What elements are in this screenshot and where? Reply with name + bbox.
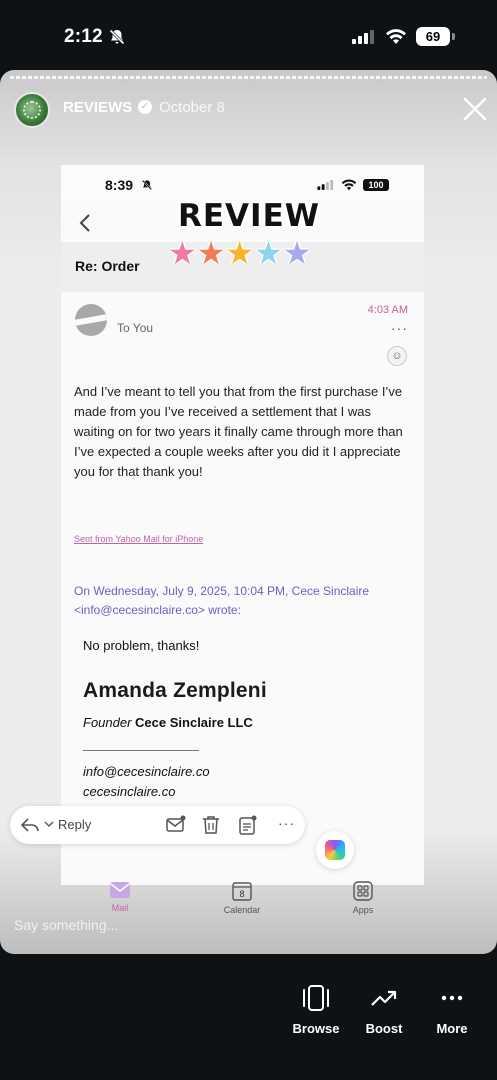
story-actions-bar: Browse Boost More — [0, 960, 497, 1080]
battery-tip — [452, 33, 455, 40]
tab-apps: Apps — [328, 881, 398, 915]
signature-title: Founder — [83, 715, 132, 730]
copilot-button — [316, 831, 354, 869]
star-icon: ★ — [168, 235, 197, 271]
more-dots-icon: ··· — [391, 320, 408, 336]
story-date: October 8 — [159, 99, 225, 116]
star-icon: ★ — [196, 235, 226, 271]
battery-level: 69 — [416, 27, 450, 46]
message-body: And I’ve meant to tell you that from the… — [74, 384, 403, 479]
more-label: More — [436, 1021, 468, 1036]
browse-button[interactable]: Browse — [286, 985, 346, 1036]
sent-from-link: Sent from Yahoo Mail for iPhone — [74, 534, 204, 544]
svg-text:8: 8 — [239, 889, 244, 899]
email-subject: Re: Order — [75, 258, 140, 274]
story-username[interactable]: REVIEWS — [63, 99, 132, 116]
story-card[interactable]: REVIEWS ✓ October 8 8:39 100 Re: Order R… — [0, 70, 497, 954]
tab-mail-label: Mail — [111, 903, 129, 913]
calendar-icon: 8 — [232, 882, 252, 901]
inner-tab-bar: Mail 8 Calendar Apps — [61, 875, 424, 920]
smiley-icon: ☺ — [387, 346, 407, 366]
tab-mail: Mail — [85, 881, 155, 913]
chevron-down-icon — [44, 821, 54, 827]
bell-muted-icon — [109, 29, 125, 45]
email-screenshot: 8:39 100 Re: Order REVIEW ★ ★ ★ ★ ★ To Y… — [61, 165, 424, 885]
back-chevron-icon — [79, 214, 90, 232]
close-icon[interactable] — [462, 96, 488, 122]
more-dots-icon — [441, 995, 463, 1001]
browse-icon — [303, 985, 329, 1011]
star-icon: ★ — [254, 235, 283, 271]
signature-role: Founder Cece Sinclaire LLC — [83, 715, 413, 730]
more-dots-icon: ··· — [278, 815, 295, 831]
story-progress-bar — [10, 76, 487, 79]
more-button[interactable]: More — [422, 985, 482, 1036]
cellular-signal-icon — [352, 30, 374, 44]
bell-muted-icon — [141, 179, 153, 191]
email-action-toolbar: Reply ··· — [10, 806, 305, 844]
inner-time: 8:39 — [105, 177, 134, 193]
boost-label: Boost — [365, 1021, 403, 1036]
cellular-signal-icon — [317, 180, 334, 190]
sender-avatar — [75, 304, 107, 336]
inner-battery-level: 100 — [363, 179, 389, 191]
signature-website: cecesinclaire.co — [83, 784, 176, 799]
wifi-icon — [386, 29, 406, 44]
apps-grid-icon — [353, 881, 373, 901]
star-icon: ★ — [225, 235, 255, 271]
tab-calendar: 8 Calendar — [207, 881, 277, 915]
signature-email: info@cecesinclaire.co — [83, 764, 210, 779]
star-icon: ★ — [282, 235, 312, 271]
add-task-icon — [239, 815, 257, 835]
tab-apps-label: Apps — [352, 905, 374, 915]
reply-arrow-icon — [20, 818, 39, 832]
tab-calendar-label: Calendar — [223, 905, 261, 915]
rating-stars: ★ ★ ★ ★ ★ — [168, 237, 311, 269]
trending-up-icon — [371, 990, 397, 1006]
signature-name: Amanda Zempleni — [83, 679, 267, 702]
wifi-icon — [341, 179, 357, 191]
email-message: To You 4:03 AM ··· ☺ And I’ve meant to t… — [61, 292, 424, 885]
message-time: 4:03 AM — [367, 304, 408, 316]
review-sticker-text: REVIEW — [178, 198, 320, 234]
browse-label: Browse — [292, 1021, 340, 1036]
story-reply-input[interactable]: Say something... — [14, 917, 118, 933]
trash-icon — [203, 816, 219, 834]
recipient-label: To You — [117, 321, 154, 335]
mark-unread-icon — [166, 815, 186, 832]
copilot-icon — [325, 840, 345, 860]
quote-line: No problem, thanks! — [83, 638, 200, 653]
quoted-message: No problem, thanks! Amanda Zempleni Foun… — [83, 638, 413, 799]
mail-icon — [110, 882, 130, 898]
signature-company: Cece Sinclaire LLC — [135, 715, 253, 730]
os-status-bar: 2:12 69 — [0, 0, 497, 72]
os-time: 2:12 — [64, 26, 103, 47]
boost-button[interactable]: Boost — [354, 985, 414, 1036]
quote-header: On Wednesday, July 9, 2025, 10:04 PM, Ce… — [74, 584, 370, 617]
signature-divider — [83, 750, 199, 751]
story-avatar[interactable] — [14, 92, 50, 128]
reply-label: Reply — [58, 817, 92, 832]
verified-badge-icon: ✓ — [138, 100, 152, 114]
